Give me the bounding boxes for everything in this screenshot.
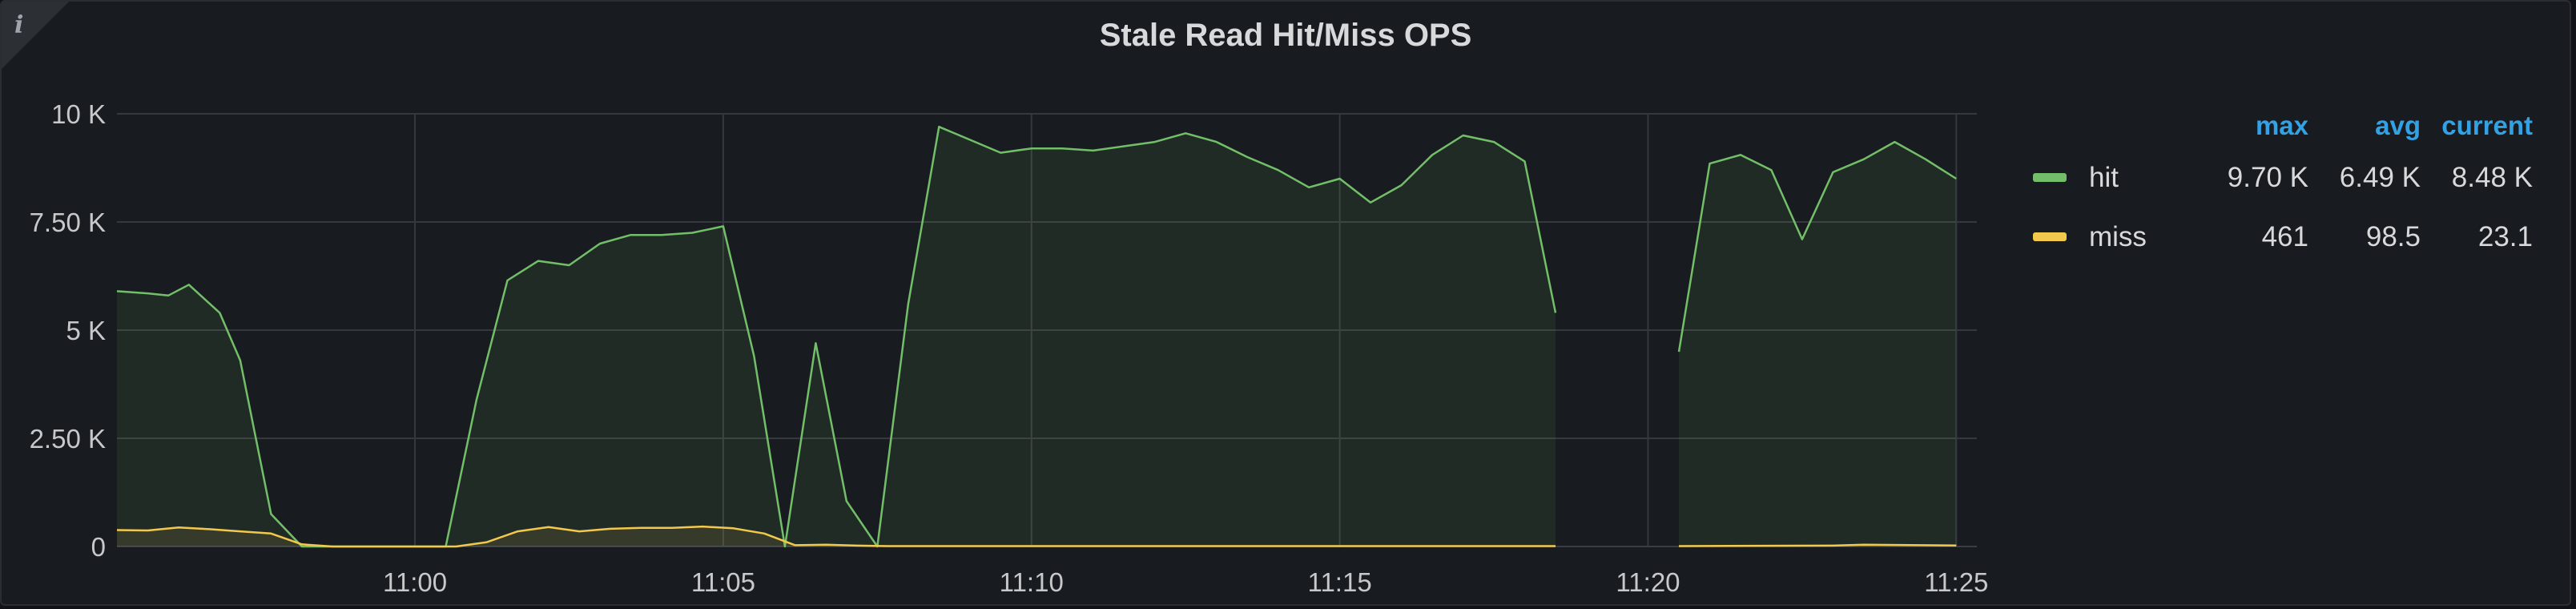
- legend-item-miss[interactable]: miss 461 98.5 23.1: [2020, 221, 2533, 284]
- series-area-hit: [117, 127, 1556, 546]
- legend: max avg current hit 9.70 K 6.49 K 8.48 K…: [2020, 106, 2533, 284]
- legend-swatch-hit: [2033, 173, 2067, 182]
- y-tick-label: 2.50 K: [30, 424, 106, 454]
- legend-miss-max: 461: [2261, 221, 2308, 252]
- x-tick-label: 11:10: [1000, 567, 1064, 597]
- legend-name-miss[interactable]: miss: [2089, 221, 2147, 253]
- x-tick-label: 11:25: [1924, 567, 1988, 597]
- x-tick-label: 11:05: [691, 567, 755, 597]
- legend-hit-current: 8.48 K: [2451, 162, 2533, 193]
- legend-name-hit[interactable]: hit: [2089, 162, 2119, 194]
- x-tick-label: 11:20: [1616, 567, 1680, 597]
- y-tick-label: 5 K: [66, 316, 106, 345]
- legend-swatch-miss: [2033, 232, 2067, 241]
- x-tick-label: 11:00: [383, 567, 447, 597]
- y-tick-label: 0: [91, 532, 106, 562]
- legend-miss-current: 23.1: [2477, 221, 2533, 252]
- legend-hit-max: 9.70 K: [2227, 162, 2308, 193]
- legend-col-current[interactable]: current: [2421, 111, 2533, 141]
- plot-area: 0 2.50 K 5 K 7.50 K 10 K 11:00 11:05 11:10 11:15…: [30, 99, 1988, 597]
- legend-col-max[interactable]: max: [2196, 111, 2308, 141]
- y-tick-label: 7.50 K: [30, 208, 106, 237]
- legend-header: max avg current: [2020, 106, 2533, 165]
- legend-hit-avg: 6.49 K: [2339, 162, 2421, 193]
- y-tick-label: 10 K: [51, 99, 106, 129]
- x-tick-label: 11:15: [1308, 567, 1372, 597]
- series-area-hit: [1679, 142, 1957, 546]
- legend-miss-avg: 98.5: [2365, 221, 2421, 252]
- graph-panel: i Stale Read Hit/Miss OPS 0 2.50 K5 K 7.50…: [0, 0, 2571, 606]
- legend-col-avg[interactable]: avg: [2308, 111, 2421, 141]
- legend-item-hit[interactable]: hit 9.70 K 6.49 K 8.48 K: [2020, 162, 2533, 224]
